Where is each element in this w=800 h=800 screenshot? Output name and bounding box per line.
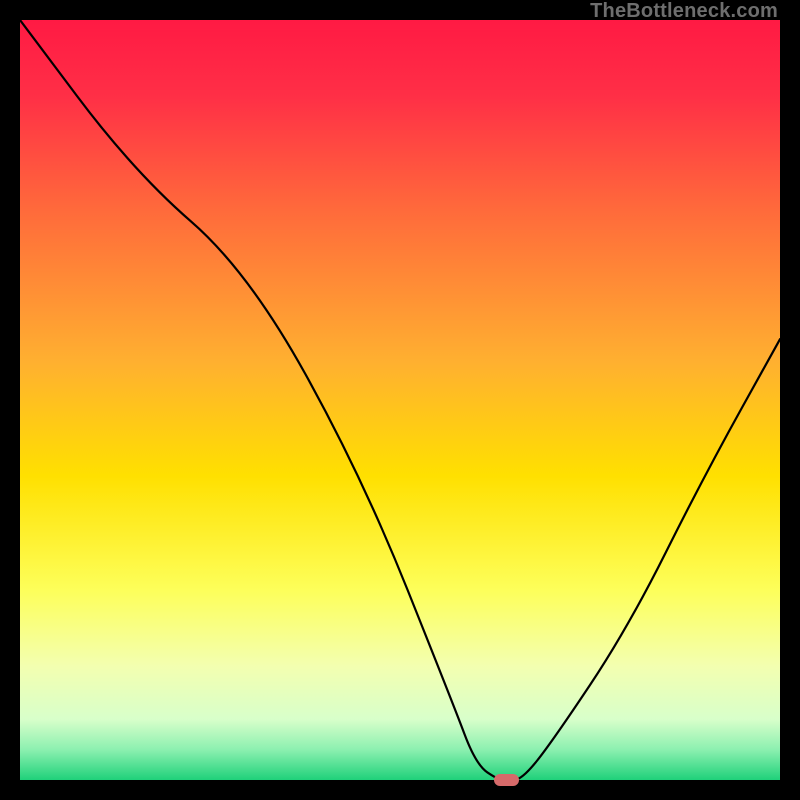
watermark-text: TheBottleneck.com xyxy=(590,0,778,23)
chart-frame: TheBottleneck.com xyxy=(0,0,800,800)
bottleneck-curve xyxy=(20,20,780,780)
plot-area xyxy=(20,20,780,780)
optimal-point-marker xyxy=(494,774,518,786)
